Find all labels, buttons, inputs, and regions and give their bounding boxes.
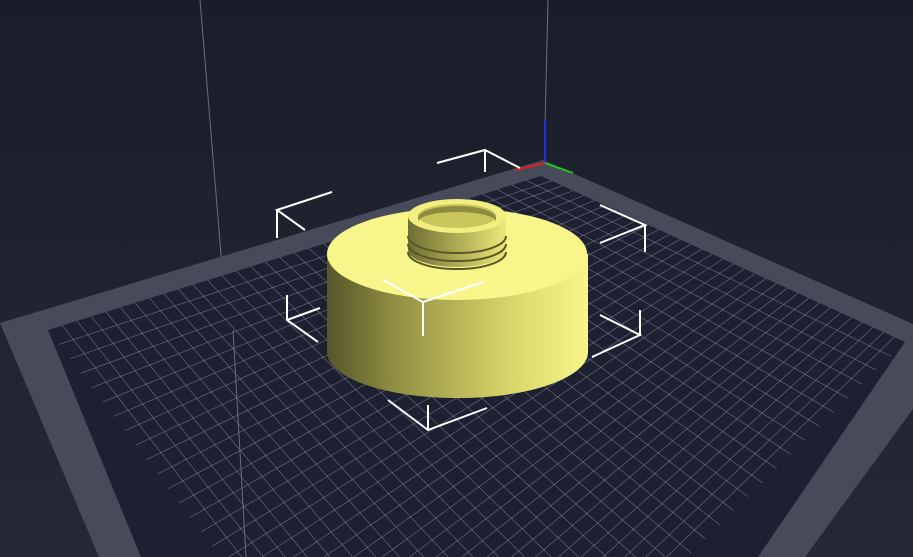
model-cylinder[interactable] [327, 199, 588, 399]
3d-viewport[interactable] [0, 0, 913, 557]
threaded-neck [407, 199, 507, 270]
